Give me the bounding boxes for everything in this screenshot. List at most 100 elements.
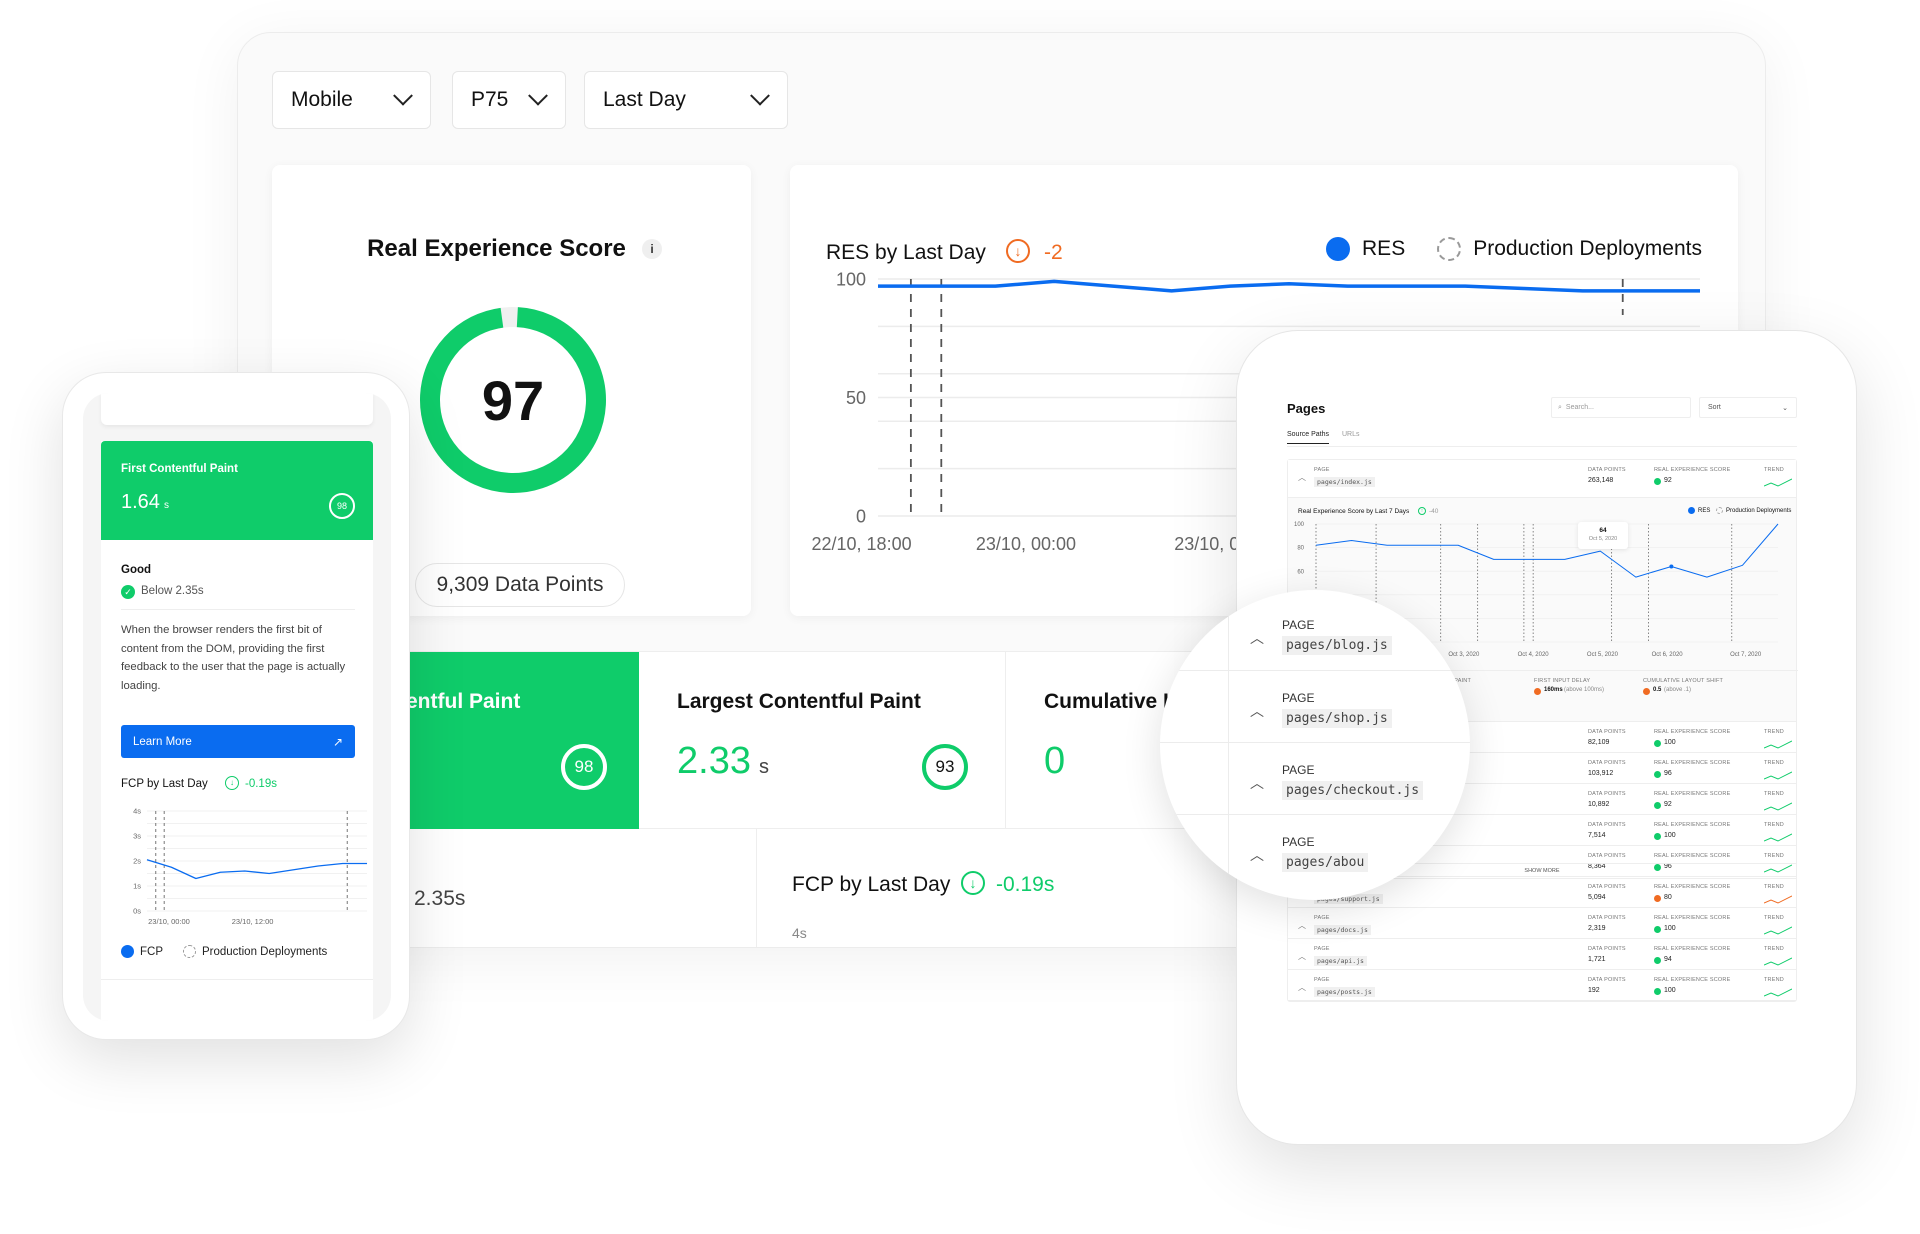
check-circle-icon [1654, 957, 1661, 964]
check-circle-icon [1654, 740, 1661, 747]
legend-deployments[interactable]: Production Deployments [1473, 237, 1702, 261]
range-dropdown[interactable]: Last Day [584, 71, 788, 129]
page-label: PAGE [1314, 915, 1330, 921]
page-label: PAGE [1282, 835, 1315, 849]
lcp-value: 2.33 s [677, 740, 769, 783]
score-label: REAL EXPERIENCE SCORE [1654, 467, 1731, 473]
list-item[interactable]: ︿ PAGE pages/posts.js DATA POINTS 192 REAL EX… [1288, 970, 1796, 1001]
data-points-label: DATA POINTS [1588, 884, 1626, 890]
legend-res[interactable]: RES [1362, 237, 1405, 261]
chevron-down-icon: ⌄ [1782, 404, 1788, 412]
list-item[interactable]: ︿ PAGE pages/checkout.js [1160, 742, 1470, 814]
tab-source-paths[interactable]: Source Paths [1287, 431, 1330, 444]
legend-dot-icon [1688, 507, 1695, 514]
list-item[interactable]: ︿ PAGE pages/docs.js DATA POINTS 2,319 REAL E… [1288, 908, 1796, 939]
fcp-value: 1.64 s [121, 491, 169, 514]
legend-dashed-circle-icon [1437, 237, 1462, 261]
fcp-metric-tile[interactable]: entful Paint 98 [406, 652, 639, 830]
fcp-tile-title: entful Paint [406, 690, 521, 713]
legend-fcp[interactable]: FCP [140, 946, 163, 958]
chevron-up-icon[interactable]: ︿ [1298, 472, 1306, 483]
arrow-down-circle-icon: ↓ [1006, 239, 1030, 263]
vital-label: CUMULATIVE LAYOUT SHIFT [1643, 678, 1724, 684]
device-dropdown[interactable]: Mobile [272, 71, 431, 129]
page-path: pages/checkout.js [1282, 781, 1424, 800]
x-tick-label: 23/10, 00:00 [148, 917, 190, 926]
fcp-description: When the browser renders the first bit o… [121, 624, 346, 692]
res-chart-title: RES by Last Day [826, 241, 986, 264]
data-points-label: DATA POINTS [1588, 946, 1626, 952]
pages-title: Pages [1287, 401, 1326, 416]
score-label: REAL EXPERIENCE SCORE [1654, 884, 1731, 890]
y-tick-label: 0 [856, 506, 866, 526]
list-item[interactable]: ︿ PAGE pages/shop.js [1160, 670, 1470, 742]
score-value: 94 [1664, 956, 1672, 963]
mobile-chart-title: FCP by Last Day [121, 778, 208, 790]
trend-label: TREND [1764, 853, 1784, 859]
legend-res: RES [1698, 508, 1711, 514]
chevron-up-icon[interactable]: ︿ [1298, 951, 1306, 962]
x-tick-label: Oct 5, 2020 [1587, 652, 1619, 658]
trend-label: TREND [1764, 467, 1784, 473]
page-path: pages/docs.js [1314, 925, 1371, 935]
list-item[interactable]: ︿ PAGE pages/abou [1160, 814, 1470, 886]
trend-sparkline [1764, 802, 1792, 811]
series-line-res [1315, 523, 1779, 578]
check-circle-icon [1654, 833, 1661, 840]
trend-sparkline [1764, 740, 1792, 749]
chevron-up-icon[interactable]: ︿ [1250, 628, 1264, 648]
vital-note: (above .1) [1664, 687, 1692, 693]
sort-dropdown[interactable]: Sort ⌄ [1699, 397, 1797, 418]
data-points-label: DATA POINTS [1588, 915, 1626, 921]
sort-label: Sort [1708, 404, 1721, 411]
trend-label: TREND [1764, 884, 1784, 890]
page-label: PAGE [1282, 763, 1315, 777]
data-points-label: DATA POINTS [1588, 977, 1626, 983]
vital-note: (above 100ms) [1564, 687, 1605, 693]
score-label: REAL EXPERIENCE SCORE [1654, 822, 1731, 828]
chevron-up-icon[interactable]: ︿ [1250, 701, 1264, 721]
list-item[interactable]: ︿ PAGE pages/blog.js [1160, 598, 1470, 670]
list-item[interactable]: ︿ PAGE pages/api.js DATA POINTS 1,721 REAL EX… [1288, 939, 1796, 970]
trend-sparkline [1764, 833, 1792, 842]
arrow-down-circle-icon: ↓ [225, 776, 239, 790]
threshold-text: Below 2.35s [141, 585, 204, 597]
score-value: 96 [1664, 770, 1672, 777]
fcp-detail-card: First Contentful Paint 1.64 s 98 Good ✓ B… [101, 441, 373, 1021]
data-points-label: DATA POINTS [1588, 760, 1626, 766]
list-item[interactable]: ︿ PAGE pages/index.js DATA POINTS 263,14… [1288, 460, 1796, 498]
fcp-threshold: 2.35s [414, 887, 466, 910]
x-tick-label: Oct 6, 2020 [1652, 652, 1684, 658]
score-label: REAL EXPERIENCE SCORE [1654, 946, 1731, 952]
y-tick-label: 4s [792, 925, 807, 941]
mobile-chart-legend: FCP Production Deployments [121, 945, 327, 958]
cls-value: 0 [1044, 740, 1066, 782]
vital-value: 0.5 [1653, 687, 1662, 693]
lcp-metric-tile[interactable]: Largest Contentful Paint 2.33 s 93 [639, 652, 1006, 830]
data-points-label: DATA POINTS [1588, 467, 1626, 473]
chevron-up-icon[interactable]: ︿ [1250, 845, 1264, 865]
legend-dashed-circle-icon [1716, 507, 1723, 514]
percentile-dropdown[interactable]: P75 [452, 71, 566, 129]
tab-urls[interactable]: URLs [1342, 431, 1360, 438]
warning-icon [1643, 688, 1650, 695]
score-value: 92 [1664, 477, 1672, 484]
percentile-dropdown-label: P75 [471, 88, 509, 111]
chevron-up-icon[interactable]: ︿ [1298, 920, 1306, 931]
chevron-up-icon[interactable]: ︿ [1250, 773, 1264, 793]
fcp-score-ring: 98 [329, 493, 355, 519]
info-icon[interactable]: i [642, 239, 662, 259]
mobile-chart-delta: -0.19s [245, 778, 277, 790]
learn-more-button[interactable]: Learn More ↗ [121, 725, 355, 758]
chevron-up-icon[interactable]: ︿ [1298, 982, 1306, 993]
trend-sparkline [1764, 926, 1792, 935]
trend-sparkline [1764, 957, 1792, 966]
legend-deployments: Production Deployments [1726, 508, 1792, 514]
fcp-delta: -0.19s [996, 873, 1055, 896]
lcp-score-ring: 93 [922, 744, 968, 790]
trend-label: TREND [1764, 791, 1784, 797]
chart-legend: RES Production Deployments [1326, 237, 1702, 261]
legend-deployments[interactable]: Production Deployments [202, 946, 327, 958]
search-input[interactable]: ⌕ Search... [1551, 397, 1691, 418]
page-label: PAGE [1282, 691, 1315, 705]
